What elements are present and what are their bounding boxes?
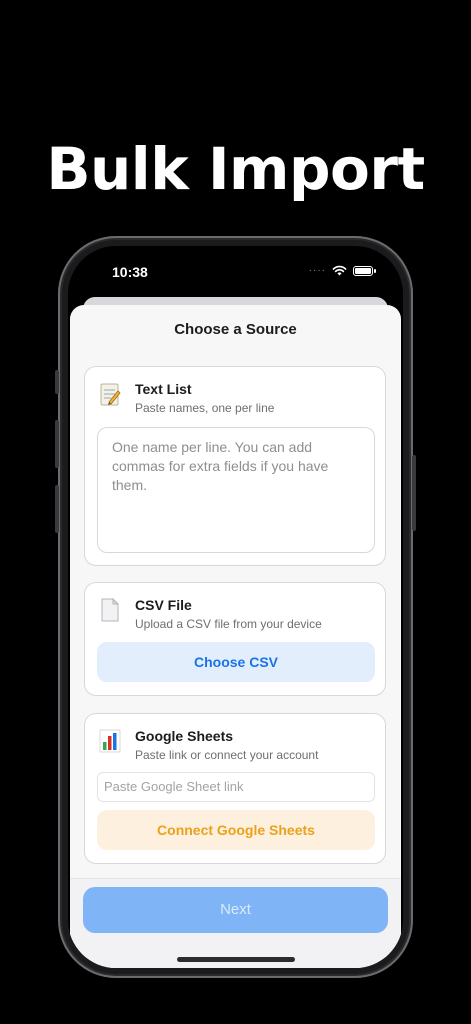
bar-chart-icon [99, 729, 121, 753]
google-sheets-subtitle: Paste link or connect your account [135, 748, 319, 762]
status-time: 10:38 [112, 264, 148, 280]
csv-card: CSV File Upload a CSV file from your dev… [84, 582, 386, 696]
volume-up-button [55, 420, 59, 468]
status-icons: ···· [308, 265, 376, 276]
choose-csv-button[interactable]: Choose CSV [97, 642, 375, 682]
action-button [55, 370, 59, 394]
next-button[interactable]: Next [83, 887, 388, 933]
battery-icon [353, 265, 376, 276]
text-list-card: Text List Paste names, one per line One … [84, 366, 386, 566]
choose-source-sheet: Choose a Source Text List Paste names, o… [70, 305, 401, 968]
text-list-title: Text List [135, 381, 192, 397]
csv-title: CSV File [135, 597, 192, 613]
home-indicator[interactable] [177, 957, 295, 962]
sheet-title: Choose a Source [174, 321, 297, 338]
google-sheets-title: Google Sheets [135, 728, 234, 744]
wifi-icon [332, 265, 347, 276]
power-button [412, 455, 416, 531]
google-sheets-card: Google Sheets Paste link or connect your… [84, 713, 386, 864]
notepad-icon [100, 383, 121, 406]
text-list-subtitle: Paste names, one per line [135, 401, 275, 415]
csv-subtitle: Upload a CSV file from your device [135, 617, 322, 631]
volume-down-button [55, 485, 59, 533]
phone-screen: 10:38 ···· Choose a Source Text List Pas… [68, 246, 403, 968]
headline: Bulk Import [46, 135, 425, 203]
sheet-footer: Next [70, 878, 401, 968]
names-textarea[interactable]: One name per line. You can add commas fo… [97, 427, 375, 553]
connect-google-sheets-button[interactable]: Connect Google Sheets [97, 810, 375, 850]
document-icon [101, 597, 120, 622]
signal-dots: ···· [308, 265, 326, 276]
google-sheet-link-input[interactable]: Paste Google Sheet link [97, 772, 375, 802]
